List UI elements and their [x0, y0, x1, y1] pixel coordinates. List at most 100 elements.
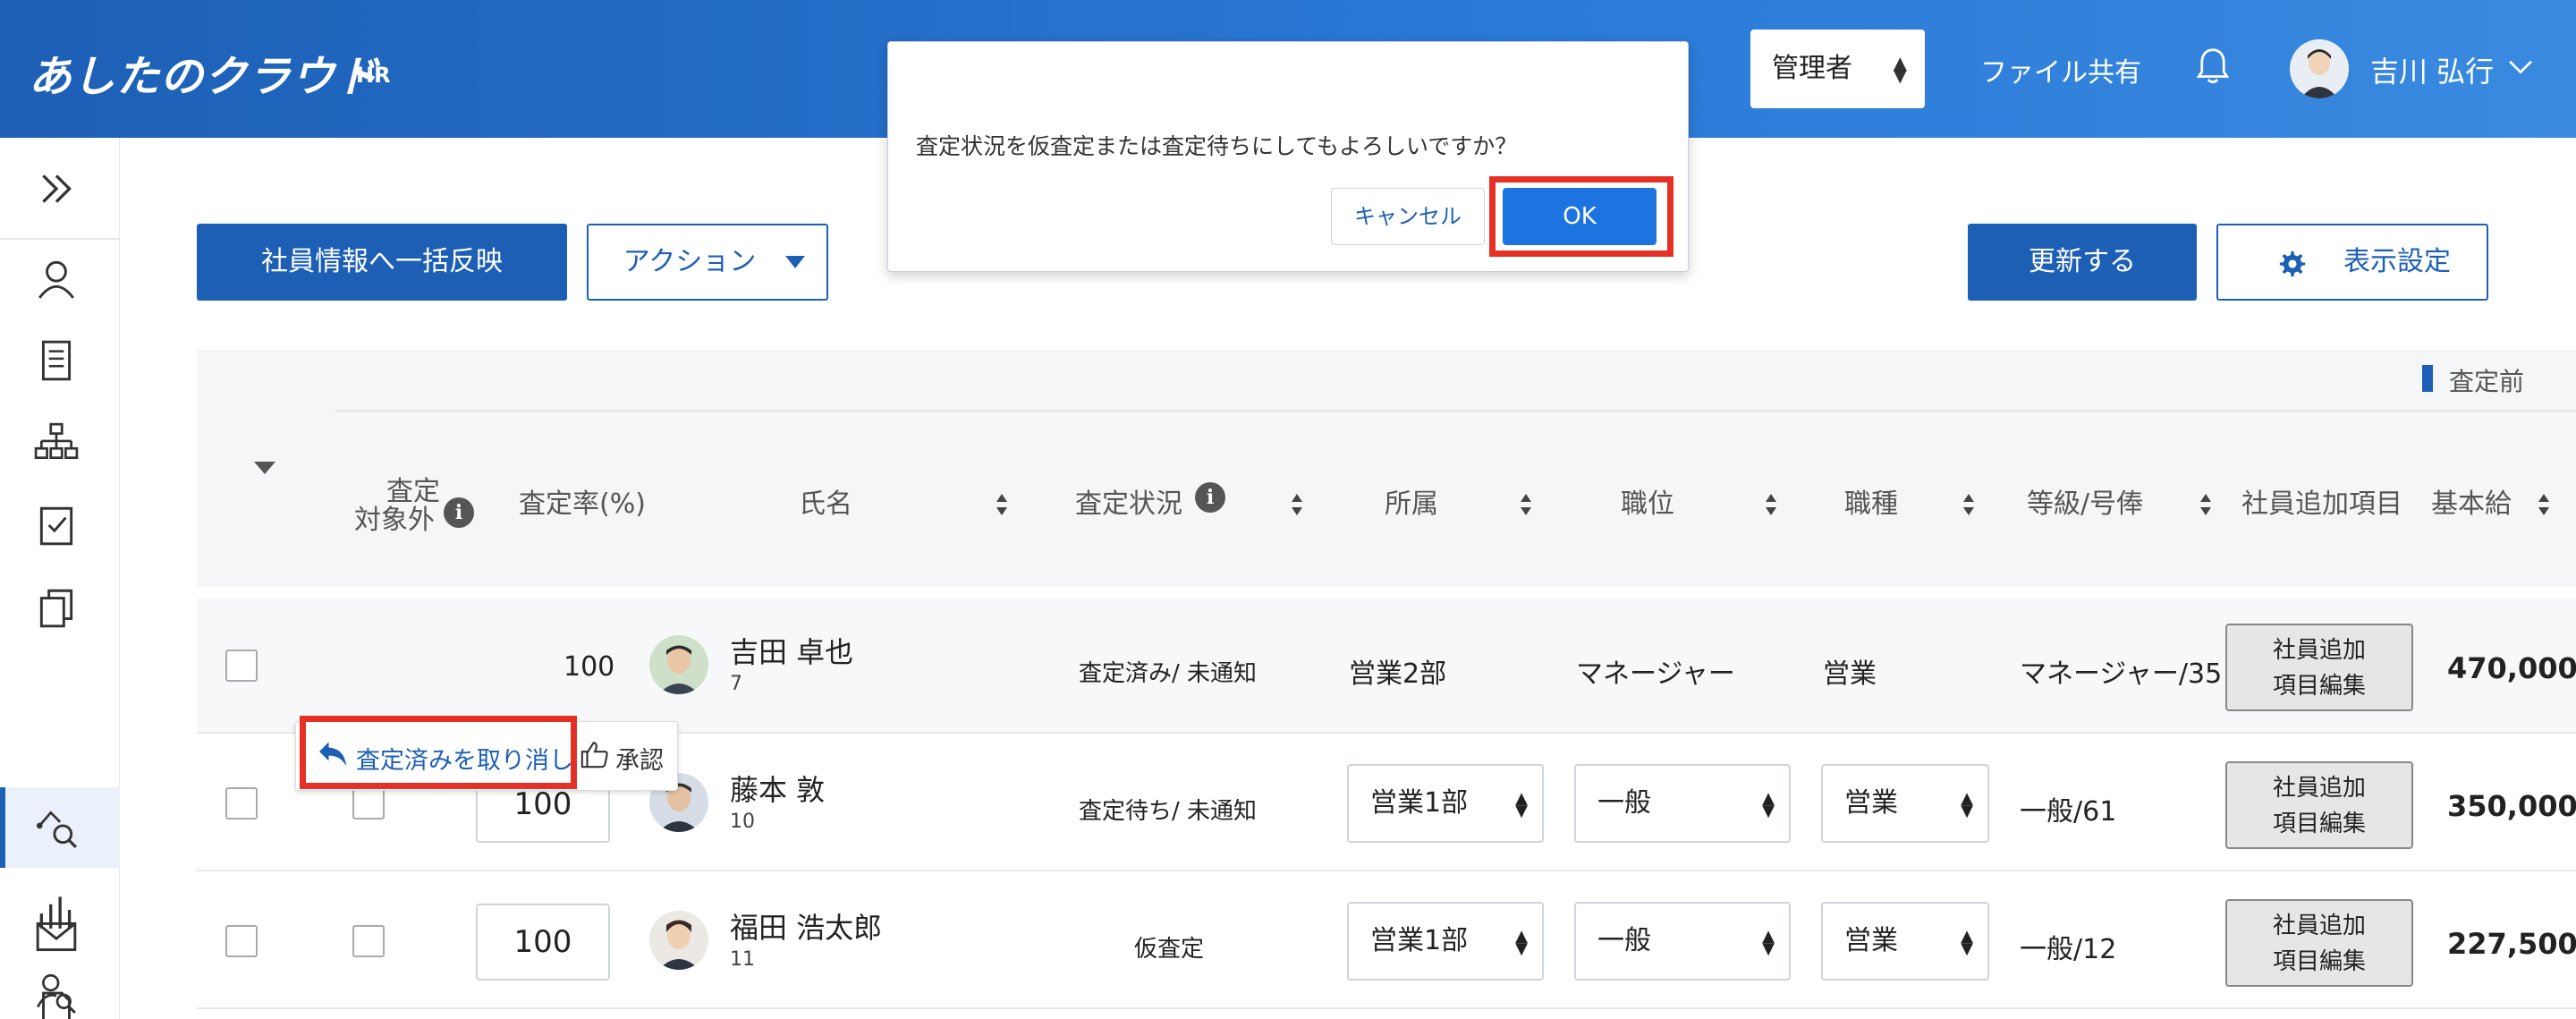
update-button[interactable]: 更新する: [1968, 224, 2197, 301]
rate-value: 100: [564, 651, 615, 683]
display-settings-button[interactable]: 表示設定: [2216, 224, 2488, 301]
employee-name[interactable]: 福田 浩太郎: [730, 905, 882, 947]
department-select-value: 営業1部: [1370, 925, 1469, 956]
employee-number: 11: [730, 948, 755, 971]
th-exclude-line2: 対象外: [354, 505, 435, 536]
evaluation-status[interactable]: 査定待ち/ 未通知: [1079, 793, 1257, 826]
file-share-link[interactable]: ファイル共有: [1980, 50, 2141, 89]
evaluation-status[interactable]: 仮査定: [1134, 930, 1204, 964]
row-select-checkbox[interactable]: [225, 787, 258, 819]
document-icon[interactable]: [34, 338, 79, 383]
evaluation-status[interactable]: 査定済み/ 未通知: [1079, 655, 1257, 688]
info-icon[interactable]: i: [1195, 482, 1225, 513]
edit-extra-line2: 項目編集: [2272, 673, 2366, 700]
undo-highlight-box: [300, 716, 577, 789]
edit-extra-items-button[interactable]: 社員追加 項目編集: [2225, 624, 2413, 711]
sort-icon[interactable]: [995, 492, 1009, 517]
department-select[interactable]: 営業1部 ▲ ▼: [1347, 902, 1544, 981]
role-select[interactable]: 管理者 ▲ ▼: [1750, 30, 1925, 108]
bell-icon[interactable]: [2194, 47, 2232, 88]
thumbs-up-icon: [580, 742, 608, 768]
updown-icon: ▲ ▼: [1515, 927, 1528, 958]
updown-icon: ▲ ▼: [1762, 789, 1775, 820]
employee-photo: [649, 911, 708, 970]
cancel-button[interactable]: キャンセル: [1331, 188, 1485, 245]
updown-icon: ▲ ▼: [1961, 789, 1973, 820]
collapse-caret-icon[interactable]: [254, 462, 275, 474]
person-icon[interactable]: [34, 257, 79, 301]
chevron-down-icon[interactable]: [2506, 52, 2535, 81]
action-dropdown-button[interactable]: アクション: [587, 224, 828, 301]
grade-value: マネージャー/35: [2020, 658, 2223, 690]
table-header-divider: [335, 410, 2576, 412]
th-name[interactable]: 氏名: [799, 481, 852, 521]
user-avatar[interactable]: [2290, 39, 2349, 98]
job-type-select[interactable]: 営業 ▲ ▼: [1821, 902, 1989, 981]
confirm-dialog-message: 査定状況を仮査定または査定待ちにしてもよろしいですか？: [916, 133, 1518, 159]
caret-down-icon: [785, 256, 805, 268]
employee-number: 10: [730, 811, 755, 833]
sort-icon[interactable]: [1764, 492, 1778, 517]
edit-extra-items-button[interactable]: 社員追加 項目編集: [2225, 761, 2413, 849]
employee-photo: [649, 635, 708, 694]
th-grade[interactable]: 等級/号俸: [2027, 481, 2143, 521]
legend-label: 査定前: [2449, 367, 2525, 396]
exclude-checkbox[interactable]: [352, 787, 385, 819]
rate-input[interactable]: 100: [476, 904, 610, 981]
mail-icon[interactable]: [34, 914, 79, 959]
exclude-checkbox[interactable]: [352, 925, 385, 957]
sort-icon[interactable]: [1519, 492, 1533, 517]
sort-icon[interactable]: [2199, 492, 2213, 517]
sort-icon[interactable]: [1290, 492, 1304, 517]
updown-icon: ▲ ▼: [1515, 789, 1528, 820]
job-type-select[interactable]: 営業 ▲ ▼: [1821, 764, 1989, 843]
gear-icon: [2279, 251, 2306, 277]
position-select-value: 一般: [1597, 787, 1651, 819]
app-logo[interactable]: あしたのクラウド: [29, 41, 379, 104]
position-select-value: 一般: [1597, 925, 1651, 956]
department-select-value: 営業1部: [1370, 787, 1469, 819]
copy-icon[interactable]: [34, 585, 79, 630]
th-base-salary[interactable]: 基本給: [2431, 481, 2512, 521]
role-select-value: 管理者: [1772, 53, 1852, 84]
position-value: マネージャー: [1576, 658, 1735, 690]
th-department[interactable]: 所属: [1385, 481, 1438, 521]
edit-extra-line2: 項目編集: [2272, 948, 2366, 975]
th-status[interactable]: 査定状況: [1075, 481, 1182, 521]
th-rate: 査定率(%): [519, 488, 646, 520]
department-value: 営業2部: [1349, 658, 1447, 690]
org-chart-icon[interactable]: [34, 420, 79, 465]
bulk-reflect-button[interactable]: 社員情報へ一括反映: [197, 224, 567, 301]
evaluation-search-icon[interactable]: [34, 805, 79, 850]
row-select-checkbox[interactable]: [225, 650, 258, 682]
edit-extra-line1: 社員追加: [2272, 913, 2366, 939]
grade-value: 一般/61: [2020, 796, 2117, 828]
user-name[interactable]: 吉川 弘行: [2370, 49, 2494, 90]
position-select[interactable]: 一般 ▲ ▼: [1574, 764, 1791, 843]
approve-button[interactable]: 承認: [615, 741, 664, 776]
row-select-checkbox[interactable]: [225, 925, 258, 957]
expand-sidebar-icon[interactable]: [34, 166, 79, 211]
position-select[interactable]: 一般 ▲ ▼: [1574, 902, 1791, 981]
th-position[interactable]: 職位: [1621, 481, 1674, 521]
employee-name[interactable]: 吉田 卓也: [730, 630, 853, 671]
base-salary-value: 470,000: [2447, 651, 2576, 685]
employee-photo-icon: [649, 635, 708, 694]
file-icon[interactable]: [34, 991, 79, 1019]
sidebar: [0, 138, 120, 1019]
sidebar-divider: [0, 238, 120, 240]
action-label: アクション: [623, 246, 757, 277]
sidebar-active-indicator: [0, 787, 5, 868]
sort-icon[interactable]: [2537, 492, 2551, 517]
avatar-person-icon: [2290, 39, 2349, 98]
checklist-icon[interactable]: [34, 503, 79, 548]
display-settings-label: 表示設定: [2343, 246, 2451, 277]
employee-name[interactable]: 藤本 敦: [730, 768, 825, 809]
sort-icon[interactable]: [1962, 492, 1976, 517]
edit-extra-items-button[interactable]: 社員追加 項目編集: [2225, 899, 2413, 987]
department-select[interactable]: 営業1部 ▲ ▼: [1347, 764, 1544, 843]
app-logo-sub: HR: [356, 63, 391, 88]
info-icon[interactable]: i: [444, 497, 474, 528]
th-job-type[interactable]: 職種: [1844, 481, 1898, 521]
job-type-select-value: 営業: [1844, 787, 1898, 819]
